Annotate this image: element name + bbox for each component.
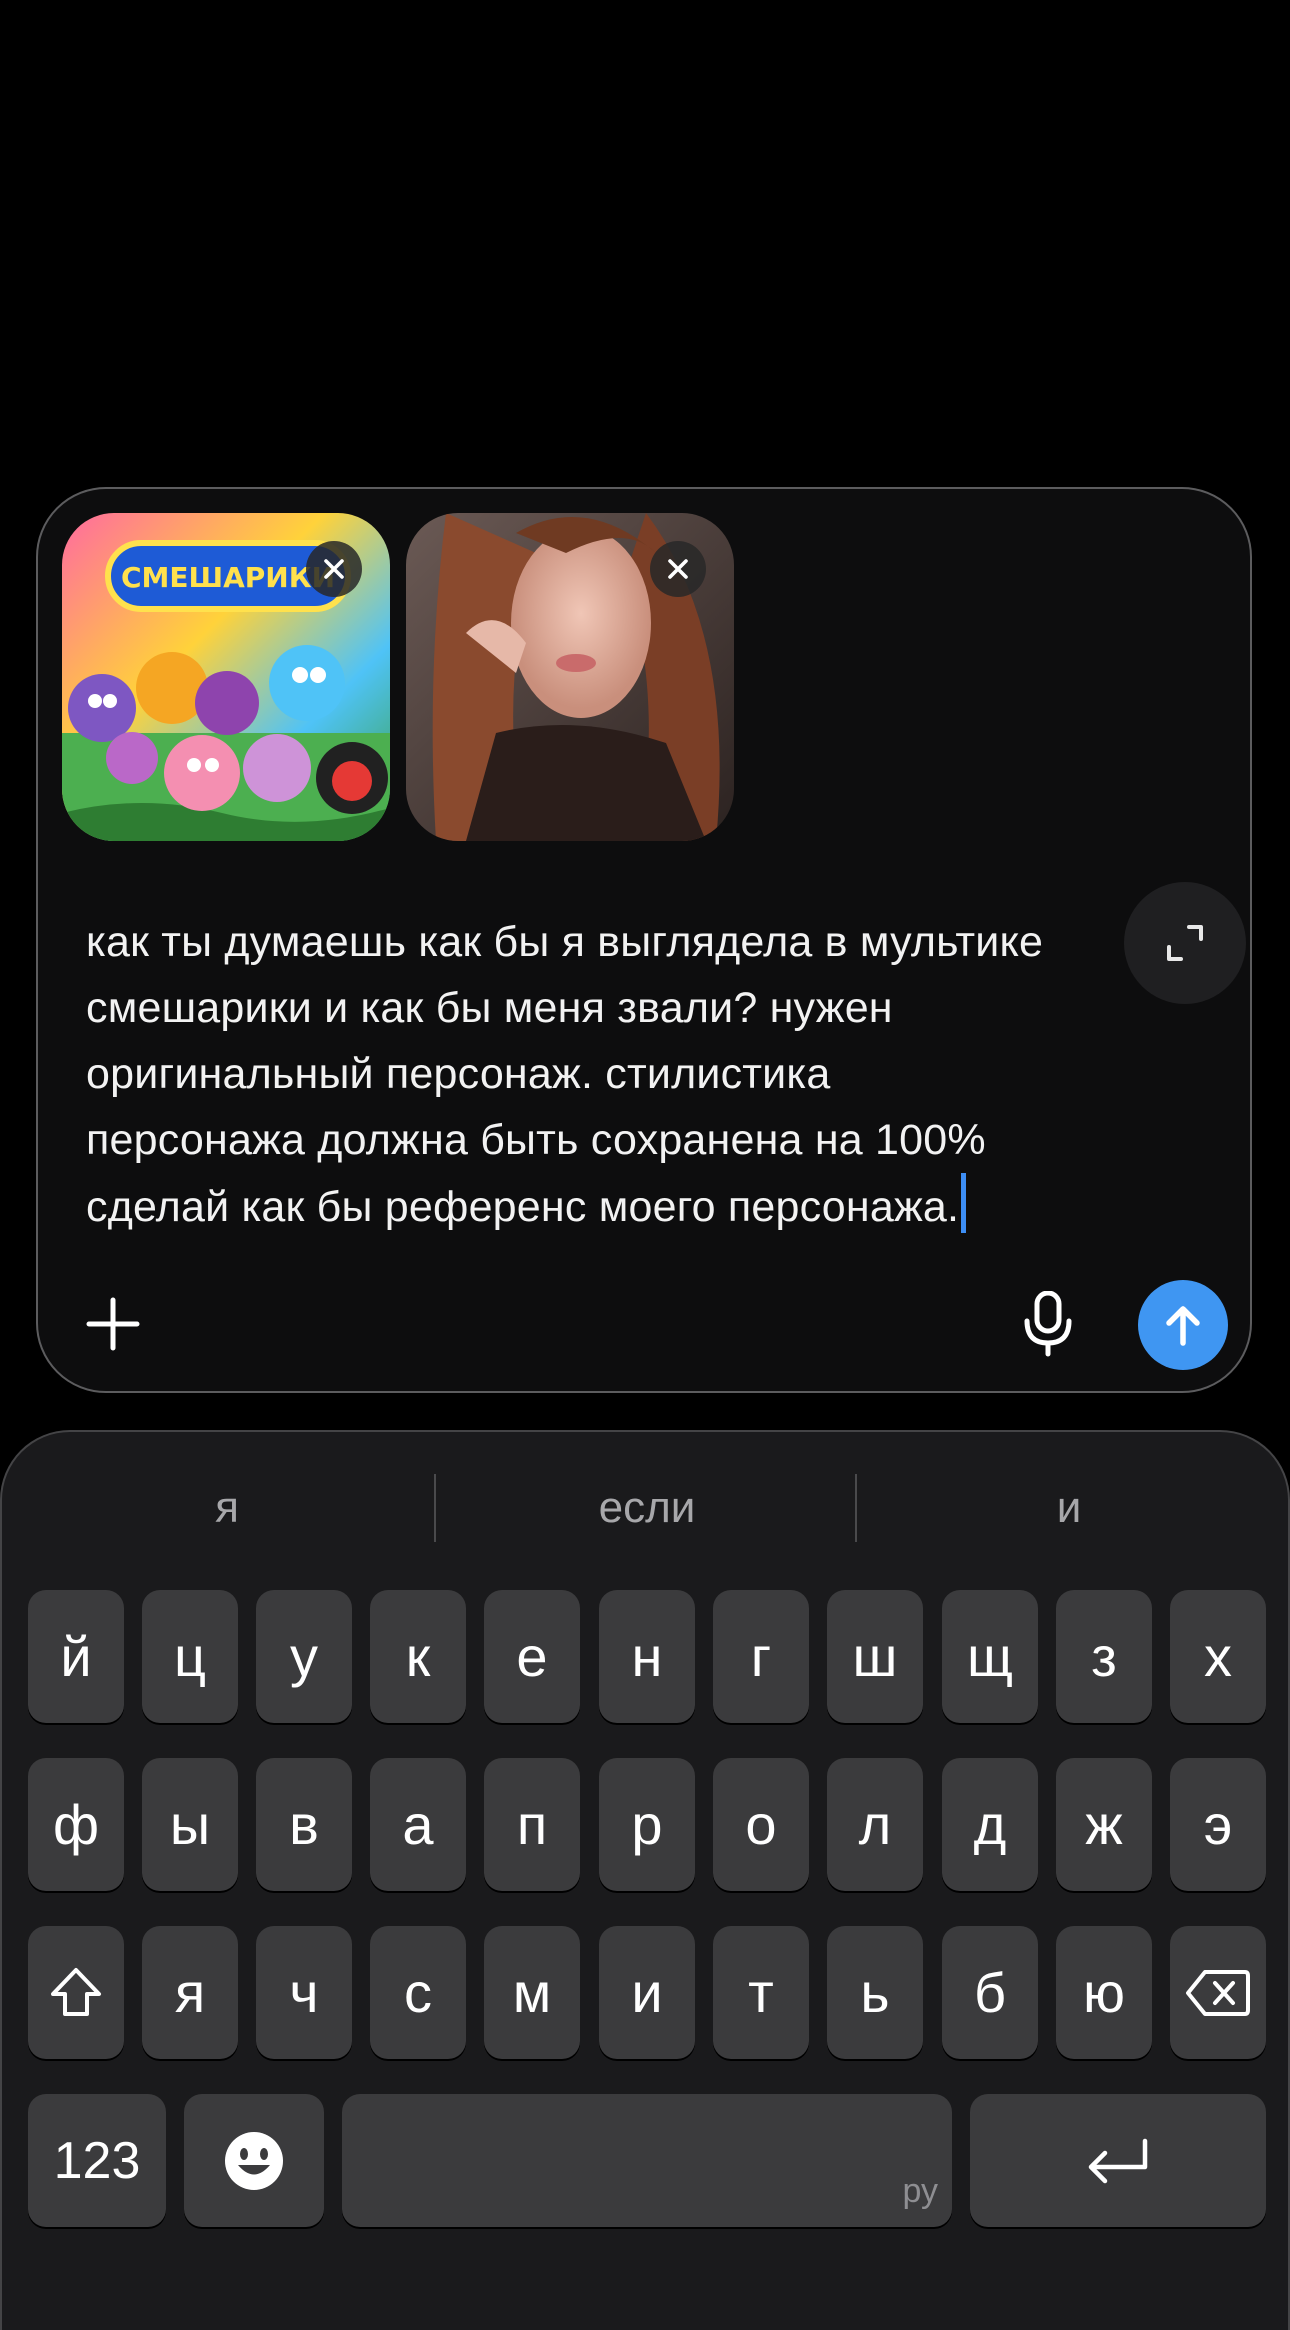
shift-icon [51, 1967, 101, 2016]
emoji-key[interactable] [184, 2094, 324, 2227]
key[interactable]: з [1056, 1590, 1152, 1723]
key[interactable]: ц [142, 1590, 238, 1723]
return-icon [1088, 2138, 1148, 2183]
add-attachment-button[interactable] [78, 1289, 148, 1359]
suggestion-divider [855, 1474, 857, 1542]
key[interactable]: я [142, 1926, 238, 2059]
key[interactable]: в [256, 1758, 352, 1891]
suggestion-item[interactable]: я [17, 1468, 437, 1548]
key[interactable]: ч [256, 1926, 352, 2059]
remove-attachment-button[interactable] [650, 541, 706, 597]
microphone-icon [1024, 1291, 1072, 1357]
key[interactable]: й [28, 1590, 124, 1723]
text-cursor [961, 1173, 967, 1233]
key[interactable]: п [484, 1758, 580, 1891]
key[interactable]: у [256, 1590, 352, 1723]
key[interactable]: х [1170, 1590, 1266, 1723]
key[interactable]: с [370, 1926, 466, 2059]
key[interactable]: б [942, 1926, 1038, 2059]
key[interactable]: а [370, 1758, 466, 1891]
prompt-text-content: как ты думаешь как бы я выглядела в муль… [86, 918, 1044, 1231]
key[interactable]: н [599, 1590, 695, 1723]
key[interactable]: э [1170, 1758, 1266, 1891]
suggestion-item[interactable]: если [437, 1468, 857, 1548]
key[interactable]: к [370, 1590, 466, 1723]
numbers-key[interactable]: 123 [28, 2094, 166, 2227]
key[interactable]: м [484, 1926, 580, 2059]
language-hint: ру [902, 2172, 938, 2210]
key[interactable]: ш [827, 1590, 923, 1723]
key[interactable]: е [484, 1590, 580, 1723]
attachment-thumbnail-selfie[interactable] [406, 513, 734, 841]
space-key[interactable]: ру [342, 2094, 952, 2227]
key[interactable]: щ [942, 1590, 1038, 1723]
expand-icon [1167, 925, 1203, 961]
backspace-key[interactable] [1170, 1926, 1266, 2059]
key[interactable]: р [599, 1758, 695, 1891]
shift-key[interactable] [28, 1926, 124, 2059]
remove-attachment-button[interactable] [306, 541, 362, 597]
backspace-icon [1186, 1969, 1250, 2016]
suggestion-divider [434, 1474, 436, 1542]
suggestion-bar: я если и [2, 1468, 1290, 1548]
smeshariki-logo-text: СМЕШАРИКИ [121, 561, 335, 594]
key[interactable]: ы [142, 1758, 238, 1891]
expand-input-button[interactable] [1124, 882, 1246, 1004]
emoji-icon [225, 2131, 283, 2190]
key[interactable]: ю [1056, 1926, 1152, 2059]
key[interactable]: д [942, 1758, 1038, 1891]
close-icon [324, 559, 344, 579]
arrow-up-icon [1166, 1306, 1200, 1346]
key[interactable]: ж [1056, 1758, 1152, 1891]
key[interactable]: л [827, 1758, 923, 1891]
send-button[interactable] [1138, 1280, 1228, 1370]
key[interactable]: ь [827, 1926, 923, 2059]
key[interactable]: ф [28, 1758, 124, 1891]
plus-icon [86, 1297, 140, 1351]
message-composer: СМЕШАРИКИ как ты думаешь как бы я выгляд… [36, 487, 1252, 1393]
key[interactable]: о [713, 1758, 809, 1891]
voice-input-button[interactable] [1008, 1284, 1088, 1364]
key[interactable]: т [713, 1926, 809, 2059]
keyboard: я если и й ц у к е н г ш щ з х ф ы в а п… [0, 1430, 1290, 2330]
key[interactable]: г [713, 1590, 809, 1723]
prompt-input[interactable]: как ты думаешь как бы я выглядела в муль… [86, 909, 1146, 1240]
suggestion-item[interactable]: и [859, 1468, 1279, 1548]
attachment-thumbnail-smeshariki[interactable]: СМЕШАРИКИ [62, 513, 390, 841]
key[interactable]: и [599, 1926, 695, 2059]
close-icon [668, 559, 688, 579]
return-key[interactable] [970, 2094, 1266, 2227]
